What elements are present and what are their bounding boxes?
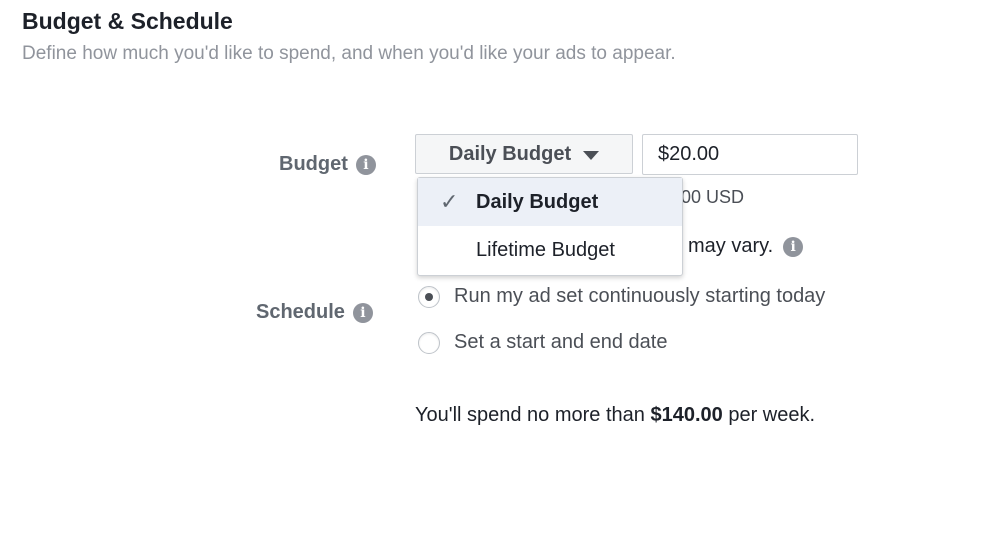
budget-label: Budget: [279, 153, 348, 175]
budget-amount-input[interactable]: [642, 134, 858, 175]
schedule-label-group: Schedule i: [256, 301, 373, 324]
schedule-option-label: Set a start and end date: [454, 331, 668, 353]
budget-currency-note: .00 USD: [676, 187, 745, 207]
dropdown-item-lifetime-budget[interactable]: Lifetime Budget: [418, 226, 682, 274]
info-icon[interactable]: i: [783, 236, 804, 257]
schedule-option-label: Run my ad set continuously starting toda…: [454, 285, 826, 307]
schedule-option-continuous[interactable]: Run my ad set continuously starting toda…: [418, 285, 825, 308]
info-icon[interactable]: i: [355, 154, 376, 175]
budget-vary-text: may vary.: [688, 235, 774, 257]
spend-summary: You'll spend no more than $140.00 per we…: [415, 404, 815, 427]
dropdown-item-daily-budget[interactable]: ✓ Daily Budget: [418, 178, 682, 226]
dropdown-item-label: Lifetime Budget: [476, 239, 615, 261]
radio-dot: [425, 292, 433, 301]
section-subtitle: Define how much you'd like to spend, and…: [22, 43, 676, 64]
spend-summary-amount: $140.00: [650, 404, 723, 426]
section-title: Budget & Schedule: [22, 8, 233, 34]
schedule-label: Schedule: [256, 301, 345, 323]
checkmark-icon: ✓: [440, 189, 459, 214]
spend-summary-prefix: You'll spend no more than: [415, 404, 645, 426]
radio-button-unchecked[interactable]: [418, 331, 440, 354]
dropdown-item-label: Daily Budget: [476, 191, 599, 213]
spend-summary-suffix: per week.: [728, 404, 816, 426]
budget-label-group: Budget i: [279, 153, 376, 176]
radio-button-checked[interactable]: [418, 285, 440, 308]
info-icon[interactable]: i: [352, 302, 373, 323]
budget-type-select[interactable]: Daily Budget: [415, 134, 633, 174]
budget-vary-note: may vary. i: [688, 235, 804, 258]
caret-down-icon: [583, 151, 600, 160]
schedule-option-start-end[interactable]: Set a start and end date: [418, 331, 668, 354]
budget-type-dropdown: ✓ Daily Budget Lifetime Budget: [417, 177, 683, 276]
budget-type-value: Daily Budget: [448, 142, 572, 165]
